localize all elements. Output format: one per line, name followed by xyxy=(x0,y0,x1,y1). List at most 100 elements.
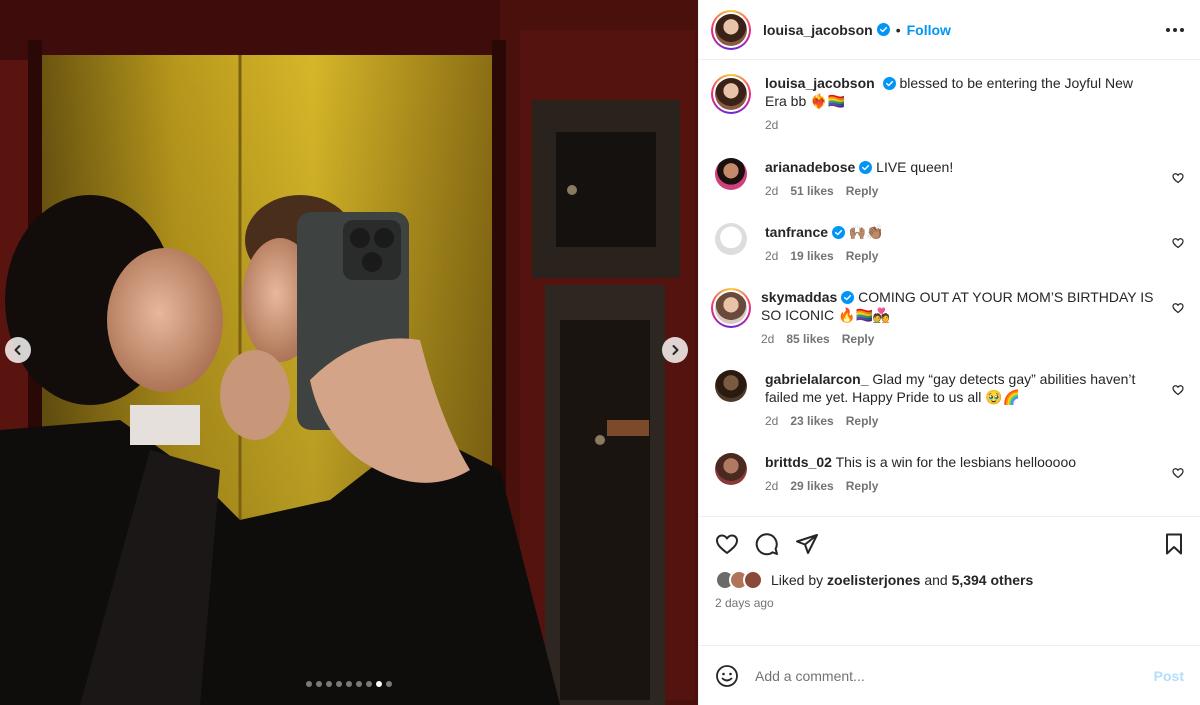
separator-dot: • xyxy=(895,21,901,38)
like-comment-button[interactable] xyxy=(1172,171,1184,189)
emoji-icon xyxy=(716,664,738,687)
verified-icon xyxy=(859,161,873,174)
caption-author-avatar[interactable] xyxy=(711,74,751,114)
like-comment-button[interactable] xyxy=(1172,383,1184,401)
comment-time[interactable]: 2d xyxy=(765,249,778,263)
comment-likes[interactable]: 85 likes xyxy=(786,332,829,346)
comment-likes[interactable]: 19 likes xyxy=(790,249,833,263)
verified-icon xyxy=(841,291,855,304)
reply-button[interactable]: Reply xyxy=(846,184,879,198)
heart-icon xyxy=(1172,468,1184,479)
comment-avatar[interactable] xyxy=(715,453,747,485)
comment-likes[interactable]: 51 likes xyxy=(790,184,833,198)
likes-summary: Liked by zoelisterjones and 5,394 others xyxy=(715,570,1186,590)
reply-button[interactable]: Reply xyxy=(842,332,875,346)
post-media[interactable] xyxy=(0,0,698,705)
reply-button[interactable]: Reply xyxy=(846,479,879,493)
carousel-dot xyxy=(306,681,312,687)
carousel-dot xyxy=(356,681,362,687)
instagram-post: louisa_jacobson • Follow louisa_jacobson xyxy=(0,0,1200,705)
verified-icon xyxy=(882,77,896,90)
follow-button[interactable]: Follow xyxy=(907,22,951,38)
comment-username[interactable]: gabrielalarcon_ xyxy=(765,371,869,387)
emoji-button[interactable] xyxy=(715,664,739,688)
comment-username[interactable]: arianadebose xyxy=(765,159,855,175)
author-username[interactable]: louisa_jacobson xyxy=(763,22,873,38)
add-comment-bar: Post xyxy=(699,645,1200,705)
liker-avatars[interactable] xyxy=(715,570,763,590)
carousel-dot xyxy=(376,681,382,687)
more-icon[interactable] xyxy=(1166,27,1184,32)
comment-body: 🙌🏽👏🏽 xyxy=(848,224,884,240)
comment-avatar[interactable] xyxy=(715,158,747,190)
liked-by-user[interactable]: zoelisterjones xyxy=(827,572,920,588)
reply-button[interactable]: Reply xyxy=(846,249,879,263)
comment-button[interactable] xyxy=(755,532,779,556)
comment-likes[interactable]: 23 likes xyxy=(790,414,833,428)
share-icon xyxy=(796,534,818,554)
post-side-panel: louisa_jacobson • Follow louisa_jacobson xyxy=(698,0,1200,705)
comment-body: LIVE queen! xyxy=(876,159,954,175)
like-comment-button[interactable] xyxy=(1172,301,1184,319)
comment-time[interactable]: 2d xyxy=(765,184,778,198)
caption-text: louisa_jacobson blessed to be entering t… xyxy=(765,74,1156,110)
comment-avatar[interactable] xyxy=(715,370,747,402)
likes-middle: and xyxy=(924,572,948,588)
heart-icon xyxy=(1172,303,1184,314)
comment-item: gabrielalarcon_ Glad my “gay detects gay… xyxy=(715,370,1184,428)
heart-icon xyxy=(716,534,738,554)
comment-likes[interactable]: 29 likes xyxy=(790,479,833,493)
comment-body: This is a win for the lesbians hellooooo xyxy=(835,454,1077,470)
post-comment-button[interactable]: Post xyxy=(1154,668,1184,684)
comment-item: skymaddas COMING OUT AT YOUR MOM’S BIRTH… xyxy=(711,288,1184,346)
carousel-dot xyxy=(386,681,392,687)
reply-button[interactable]: Reply xyxy=(846,414,879,428)
bookmark-icon xyxy=(1166,533,1182,555)
comment-avatar[interactable] xyxy=(711,288,751,328)
heart-icon xyxy=(1172,173,1184,184)
comment-username[interactable]: brittds_02 xyxy=(765,454,832,470)
carousel-dot xyxy=(326,681,332,687)
save-button[interactable] xyxy=(1162,532,1186,556)
caption-username[interactable]: louisa_jacobson xyxy=(765,75,875,91)
carousel-dot xyxy=(336,681,342,687)
comment-item: tanfrance 🙌🏽👏🏽 2d 19 likes Reply xyxy=(715,223,1184,263)
post-header: louisa_jacobson • Follow xyxy=(699,0,1200,60)
comment-input[interactable] xyxy=(755,667,1154,684)
elevator-selfie-photo xyxy=(0,0,698,705)
verified-icon xyxy=(832,226,846,239)
verified-icon xyxy=(876,23,890,36)
comment-text: arianadebose LIVE queen! xyxy=(765,158,1156,176)
comment-icon xyxy=(755,533,778,556)
next-slide-button[interactable] xyxy=(662,337,688,363)
comment-username[interactable]: skymaddas xyxy=(761,289,837,305)
carousel-dot xyxy=(346,681,352,687)
comment-item: brittds_02 This is a win for the lesbian… xyxy=(715,453,1184,493)
author-avatar[interactable] xyxy=(711,9,751,50)
comment-time[interactable]: 2d xyxy=(765,414,778,428)
previous-slide-button[interactable] xyxy=(5,337,31,363)
comment-time[interactable]: 2d xyxy=(761,332,774,346)
comment-username[interactable]: tanfrance xyxy=(765,224,828,240)
carousel-indicator xyxy=(0,681,698,687)
like-comment-button[interactable] xyxy=(1172,236,1184,254)
heart-icon xyxy=(1172,238,1184,249)
carousel-dot xyxy=(366,681,372,687)
comment-text: tanfrance 🙌🏽👏🏽 xyxy=(765,223,1156,241)
comment-time[interactable]: 2d xyxy=(765,479,778,493)
like-comment-button[interactable] xyxy=(1172,466,1184,484)
likes-prefix: Liked by xyxy=(771,572,824,588)
like-button[interactable] xyxy=(715,532,739,556)
chevron-left-icon xyxy=(14,345,21,355)
comment-text: brittds_02 This is a win for the lesbian… xyxy=(765,453,1156,471)
comments-list[interactable]: louisa_jacobson blessed to be entering t… xyxy=(699,60,1200,516)
comment-avatar[interactable] xyxy=(715,223,747,255)
likes-count[interactable]: 5,394 others xyxy=(952,572,1034,588)
comment-text: gabrielalarcon_ Glad my “gay detects gay… xyxy=(765,370,1156,406)
caption-time[interactable]: 2d xyxy=(765,118,778,132)
share-button[interactable] xyxy=(795,532,819,556)
chevron-right-icon xyxy=(672,345,679,355)
post-time-ago[interactable]: 2 days ago xyxy=(715,596,1186,610)
comment-item: arianadebose LIVE queen! 2d 51 likes Rep… xyxy=(715,158,1184,198)
caption: louisa_jacobson blessed to be entering t… xyxy=(711,74,1184,132)
